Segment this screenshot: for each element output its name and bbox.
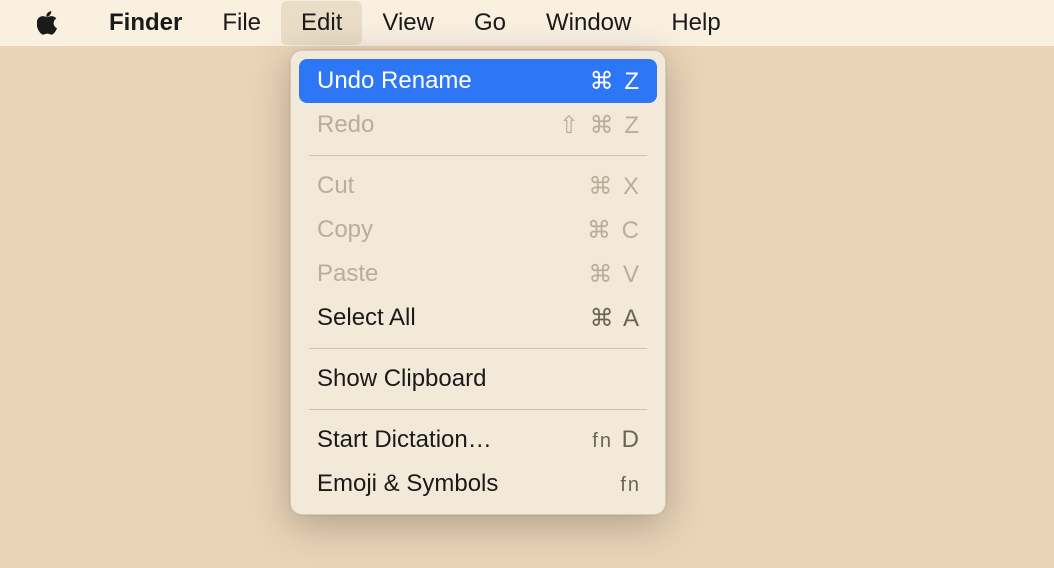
menu-show-clipboard[interactable]: Show Clipboard [299,357,657,401]
menubar: Finder File Edit View Go Window Help [0,0,1054,46]
menu-divider [309,348,647,349]
menu-emoji-symbols-label: Emoji & Symbols [317,470,498,498]
menu-redo: Redo ⇧ ⌘ Z [299,103,657,147]
menu-start-dictation-label: Start Dictation… [317,426,492,454]
menu-app-name[interactable]: Finder [89,1,202,45]
menu-view[interactable]: View [362,1,454,45]
menu-emoji-symbols-shortcut: fn [620,470,641,498]
menu-help[interactable]: Help [651,1,740,45]
menu-show-clipboard-label: Show Clipboard [317,365,486,393]
edit-dropdown-menu: Undo Rename ⌘ Z Redo ⇧ ⌘ Z Cut ⌘ X Copy … [290,50,666,515]
menu-cut: Cut ⌘ X [299,164,657,208]
menu-undo-label: Undo Rename [317,67,472,95]
menu-go[interactable]: Go [454,1,526,45]
menu-copy-shortcut: ⌘ C [587,216,641,245]
menu-emoji-symbols[interactable]: Emoji & Symbols fn [299,462,657,506]
menu-cut-label: Cut [317,172,354,200]
menu-cut-shortcut: ⌘ X [588,172,641,201]
menu-paste: Paste ⌘ V [299,252,657,296]
menu-select-all[interactable]: Select All ⌘ A [299,296,657,340]
apple-menu-icon[interactable] [35,10,61,36]
menu-redo-label: Redo [317,111,374,139]
menu-redo-shortcut: ⇧ ⌘ Z [559,111,641,140]
menu-paste-label: Paste [317,260,378,288]
menu-copy: Copy ⌘ C [299,208,657,252]
menu-start-dictation-shortcut: fn D [592,426,641,454]
menu-select-all-label: Select All [317,304,416,332]
menu-paste-shortcut: ⌘ V [588,260,641,289]
menu-divider [309,155,647,156]
menu-copy-label: Copy [317,216,373,244]
menu-window[interactable]: Window [526,1,651,45]
menu-edit[interactable]: Edit [281,1,362,45]
menu-file[interactable]: File [202,1,281,45]
menu-undo-shortcut: ⌘ Z [590,67,641,96]
apple-logo-icon [37,10,59,36]
menu-start-dictation[interactable]: Start Dictation… fn D [299,418,657,462]
menu-divider [309,409,647,410]
menu-select-all-shortcut: ⌘ A [590,304,641,333]
menu-undo[interactable]: Undo Rename ⌘ Z [299,59,657,103]
